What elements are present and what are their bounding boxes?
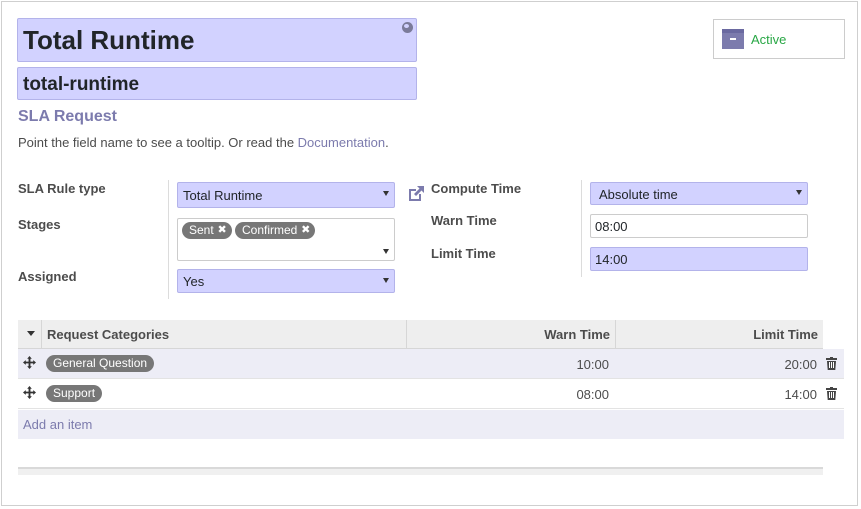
stage-tag-label: Confirmed	[242, 223, 298, 237]
table-row[interactable]: General Question 10:00 20:00	[18, 349, 844, 379]
column-header-categories[interactable]: Request Categories	[47, 327, 169, 342]
warn-time-cell[interactable]: 08:00	[576, 387, 609, 402]
sla-rule-type-value: Total Runtime	[183, 188, 263, 203]
limit-time-label: Limit Time	[431, 246, 496, 261]
name-value: Total Runtime	[23, 25, 195, 55]
column-separator	[615, 320, 616, 348]
caret-down-icon[interactable]	[27, 331, 35, 336]
warn-time-value: 08:00	[595, 219, 628, 234]
stages-field[interactable]: Sent ✖ Confirmed ✖	[177, 218, 395, 261]
sla-rule-type-select[interactable]: Total Runtime	[177, 182, 395, 208]
code-field[interactable]: total-runtime	[17, 67, 417, 100]
table-header: Request Categories Warn Time Limit Time	[18, 320, 823, 349]
chevron-down-icon	[383, 278, 389, 283]
column-header-limit-time[interactable]: Limit Time	[753, 327, 818, 342]
column-separator	[41, 320, 42, 348]
globe-icon[interactable]	[402, 22, 413, 33]
chevron-down-icon[interactable]	[383, 249, 389, 254]
assigned-select[interactable]: Yes	[177, 269, 395, 293]
warn-time-cell[interactable]: 10:00	[576, 357, 609, 372]
archive-icon	[722, 29, 744, 49]
drag-handle-icon[interactable]	[23, 386, 36, 399]
add-item-row: Add an item	[18, 410, 844, 439]
table-footer	[18, 467, 823, 475]
warn-time-input[interactable]: 08:00	[590, 214, 808, 238]
limit-time-value: 14:00	[595, 252, 628, 267]
limit-time-input[interactable]: 14:00	[590, 247, 808, 271]
column-header-warn-time[interactable]: Warn Time	[544, 327, 610, 342]
assigned-label: Assigned	[18, 269, 77, 284]
chevron-down-icon	[383, 191, 389, 196]
category-tag: Support	[46, 385, 103, 402]
active-toggle-button[interactable]: Active	[713, 19, 845, 59]
remove-tag-icon[interactable]: ✖	[217, 222, 226, 239]
help-prefix: Point the field name to see a tooltip. O…	[18, 135, 298, 150]
limit-time-cell[interactable]: 20:00	[784, 357, 817, 372]
help-suffix: .	[385, 135, 389, 150]
stages-label: Stages	[18, 217, 61, 232]
page-subtitle: SLA Request	[18, 108, 117, 125]
table-row[interactable]: Support 08:00 14:00	[18, 379, 844, 409]
name-field[interactable]: Total Runtime	[17, 18, 417, 62]
stage-tag: Sent ✖	[182, 222, 232, 239]
column-separator	[406, 320, 407, 348]
compute-time-label: Compute Time	[431, 181, 522, 196]
trash-icon[interactable]	[826, 387, 837, 400]
compute-time-select[interactable]: Absolute time	[590, 182, 808, 205]
left-group-divider	[168, 180, 169, 299]
documentation-link[interactable]: Documentation	[298, 135, 385, 150]
sla-rule-type-label: SLA Rule type	[18, 181, 106, 196]
trash-icon[interactable]	[826, 357, 837, 370]
remove-tag-icon[interactable]: ✖	[301, 222, 310, 239]
active-label: Active	[751, 32, 787, 47]
help-text: Point the field name to see a tooltip. O…	[18, 135, 389, 150]
drag-handle-icon[interactable]	[23, 356, 36, 369]
right-group-divider	[581, 180, 582, 277]
code-value: total-runtime	[23, 74, 140, 95]
add-item-link[interactable]: Add an item	[23, 417, 92, 432]
limit-time-cell[interactable]: 14:00	[784, 387, 817, 402]
stage-tag: Confirmed ✖	[235, 222, 316, 239]
compute-time-value: Absolute time	[599, 187, 678, 202]
category-tag: General Question	[46, 355, 155, 372]
warn-time-label: Warn Time	[431, 213, 497, 228]
external-link-icon[interactable]	[406, 184, 426, 204]
chevron-down-icon	[796, 190, 802, 195]
assigned-value: Yes	[183, 274, 205, 289]
stage-tag-label: Sent	[189, 223, 214, 237]
